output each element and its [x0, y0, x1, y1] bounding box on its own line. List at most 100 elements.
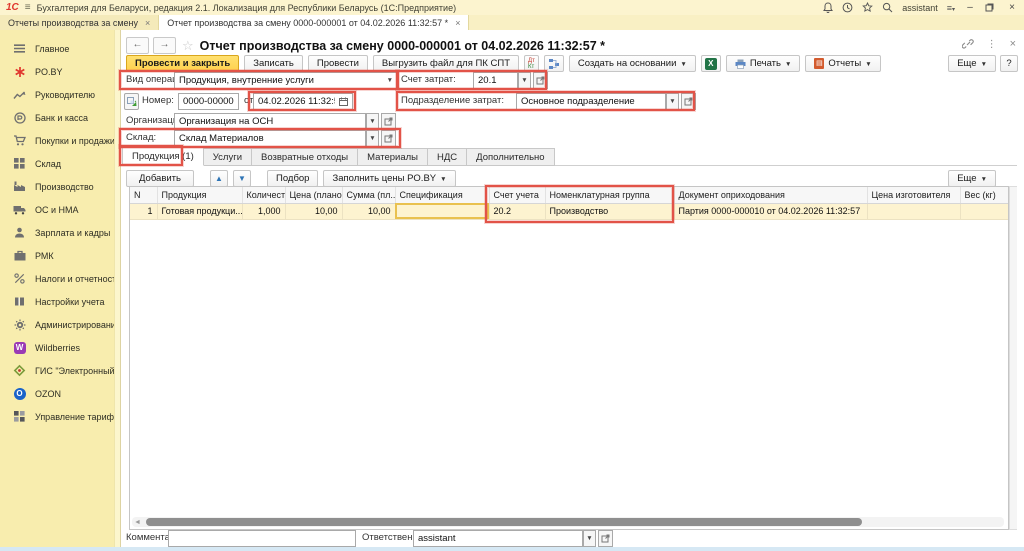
tab-nds[interactable]: НДС	[428, 148, 467, 166]
comment-input[interactable]	[168, 530, 356, 547]
responsible-open-icon[interactable]	[598, 530, 613, 547]
cost-department-dropdown-icon[interactable]: ▼	[666, 93, 679, 110]
cost-department-open-icon[interactable]	[681, 93, 696, 110]
cost-account-open-icon[interactable]	[533, 72, 548, 89]
organization-open-icon[interactable]	[381, 113, 396, 130]
dtkt-postings-button[interactable]: ДтКт	[524, 55, 539, 72]
col-schet-ucheta[interactable]: Счет учета	[489, 187, 545, 203]
sidebar-item-bank-kassa[interactable]: Банк и касса	[0, 106, 120, 129]
tab-materialy[interactable]: Материалы	[358, 148, 428, 166]
excel-export-button[interactable]: X	[701, 55, 721, 72]
sidebar-item-administrirovanie[interactable]: Администрирование	[0, 313, 120, 336]
col-summa-plan[interactable]: Сумма (пл...	[342, 187, 395, 203]
sidebar-item-poby[interactable]: PO.BY	[0, 60, 120, 83]
export-spt-button[interactable]: Выгрузить файл для ПК СПТ	[373, 55, 519, 72]
cell-kolichestvo[interactable]: 1,000	[242, 203, 285, 219]
print-button[interactable]: Печать▼	[726, 55, 801, 72]
tab-vozvratnye-otkhody[interactable]: Возвратные отходы	[252, 148, 358, 166]
chevron-down-icon[interactable]: ▼	[383, 77, 393, 84]
sidebar-item-glavnoe[interactable]: Главное	[0, 37, 120, 60]
cell-produktsiya[interactable]: Готовая продукци...	[157, 203, 242, 219]
col-dokument-oprikhodovaniya[interactable]: Документ оприходования	[674, 187, 867, 203]
close-window-icon[interactable]: ×	[1006, 2, 1018, 14]
move-up-button[interactable]: ▲	[210, 170, 228, 187]
get-link-icon[interactable]	[962, 38, 974, 50]
search-icon[interactable]	[882, 2, 893, 13]
sidebar-item-sklad[interactable]: Склад	[0, 152, 120, 175]
reports-button[interactable]: ▤Отчеты▼	[805, 55, 880, 72]
sidebar-item-ozon[interactable]: O OZON	[0, 382, 120, 405]
move-down-button[interactable]: ▼	[233, 170, 251, 187]
add-row-button[interactable]: Добавить	[126, 170, 194, 187]
warehouse-field[interactable]: Склад Материалов	[174, 130, 366, 147]
scrollbar-thumb[interactable]	[146, 518, 862, 526]
favorites-star-icon[interactable]	[862, 2, 873, 13]
sidebar-item-os-nma[interactable]: ОС и НМА	[0, 198, 120, 221]
forward-button[interactable]: →	[153, 37, 176, 54]
back-button[interactable]: ←	[126, 37, 149, 54]
table-more-button[interactable]: Еще▼	[948, 170, 996, 187]
close-tab-icon[interactable]: ×	[455, 18, 460, 28]
date-field[interactable]: 04.02.2026 11:32:57	[253, 93, 353, 110]
notifications-bell-icon[interactable]	[823, 2, 833, 13]
post-button[interactable]: Провести	[308, 55, 368, 72]
sidebar-item-nalogi[interactable]: Налоги и отчетность	[0, 267, 120, 290]
sidebar-item-gis-znak[interactable]: ГИС "Электронный знак"	[0, 359, 120, 382]
structure-subordination-button[interactable]	[544, 55, 564, 72]
current-user[interactable]: assistant	[902, 3, 938, 13]
create-based-on-button[interactable]: Создать на основании▼	[569, 55, 696, 72]
close-tab-icon[interactable]: ×	[145, 18, 150, 28]
fill-prices-button[interactable]: Заполнить цены PO.BY▼	[323, 170, 455, 187]
cell-spetsifikatsiya-selected[interactable]	[395, 203, 489, 219]
sidebar-item-wildberries[interactable]: W Wildberries	[0, 336, 120, 359]
renumber-button[interactable]	[124, 93, 139, 110]
main-menu-icon[interactable]: ≡	[25, 2, 31, 13]
tab-produktsiya[interactable]: Продукция (1)	[122, 147, 204, 166]
cost-account-field[interactable]: 20.1	[473, 72, 518, 89]
cell-n[interactable]: 1	[130, 203, 157, 219]
col-ves[interactable]: Вес (кг)	[960, 187, 1008, 203]
pick-button[interactable]: Подбор	[267, 170, 318, 187]
cell-tsena-plan[interactable]: 10,00	[285, 203, 342, 219]
cell-summa-plan[interactable]: 10,00	[342, 203, 395, 219]
cost-account-dropdown-icon[interactable]: ▼	[518, 72, 531, 89]
vertical-scrollbar[interactable]	[1009, 186, 1017, 530]
sidebar-item-upravlenie-tarifom[interactable]: Управление тарифом	[0, 405, 120, 428]
horizontal-scrollbar[interactable]: ◄	[132, 517, 1004, 527]
warehouse-open-icon[interactable]	[381, 130, 396, 147]
operation-type-field[interactable]: Продукция, внутренние услуги▼	[174, 72, 398, 89]
sidebar-item-zarplata-kadry[interactable]: Зарплата и кадры	[0, 221, 120, 244]
responsible-dropdown-icon[interactable]: ▼	[583, 530, 596, 547]
col-tsena-izgotovitelya[interactable]: Цена изготовителя	[867, 187, 960, 203]
cell-dokument-oprikhodovaniya[interactable]: Партия 0000-000010 от 04.02.2026 11:32:5…	[674, 203, 867, 219]
favorite-star-icon[interactable]: ☆	[182, 38, 194, 54]
table-row[interactable]: 1 Готовая продукци... 1,000 10,00 10,00 …	[130, 203, 1008, 219]
history-icon[interactable]	[842, 2, 853, 13]
window-tab-document[interactable]: Отчет производства за смену 0000-000001 …	[159, 15, 469, 30]
responsible-field[interactable]: assistant	[413, 530, 583, 547]
more-button[interactable]: Еще▼	[948, 55, 996, 72]
warehouse-dropdown-icon[interactable]: ▼	[366, 130, 379, 147]
window-tab-list[interactable]: Отчеты производства за смену ×	[0, 15, 159, 30]
organization-field[interactable]: Организация на ОСН	[174, 113, 366, 130]
sidebar-item-pokupki-prodazhi[interactable]: Покупки и продажи	[0, 129, 120, 152]
number-field[interactable]: 0000-000001	[178, 93, 239, 110]
sidebar-item-nastroiki-ucheta[interactable]: Настройки учета	[0, 290, 120, 313]
cell-schet-ucheta[interactable]: 20.2	[489, 203, 545, 219]
cell-ves[interactable]	[960, 203, 1008, 219]
tab-dopolnitelno[interactable]: Дополнительно	[467, 148, 554, 166]
post-and-close-button[interactable]: Провести и закрыть	[126, 55, 239, 72]
col-nomenklaturnaya-gruppa[interactable]: Номенклатурная группа	[545, 187, 674, 203]
minimize-icon[interactable]: –	[964, 2, 976, 14]
tab-uslugi[interactable]: Услуги	[204, 148, 252, 166]
scroll-left-icon[interactable]: ◄	[132, 519, 141, 526]
service-menu-icon[interactable]: ≡▾	[947, 3, 955, 13]
sidebar-item-proizvodstvo[interactable]: Производство	[0, 175, 120, 198]
cell-nomenklaturnaya-gruppa[interactable]: Производство	[545, 203, 674, 219]
save-button[interactable]: Записать	[244, 55, 303, 72]
cost-department-field[interactable]: Основное подразделение	[516, 93, 666, 110]
sidebar-item-rmk[interactable]: РМК	[0, 244, 120, 267]
restore-icon[interactable]	[985, 3, 997, 12]
col-kolichestvo[interactable]: Количество	[242, 187, 285, 203]
calendar-icon[interactable]	[335, 97, 348, 106]
